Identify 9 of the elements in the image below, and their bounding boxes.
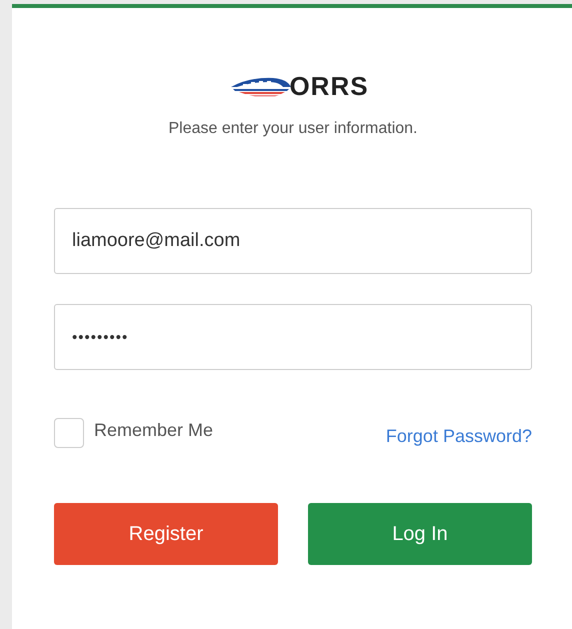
logo-text: ORRS — [289, 70, 369, 102]
login-button[interactable]: Log In — [308, 503, 532, 565]
remember-label: Remember Me — [94, 420, 214, 440]
instruction-text: Please enter your user information. — [167, 120, 418, 138]
password-field[interactable]: ••••••••• — [54, 304, 532, 370]
remember-checkbox[interactable] — [54, 418, 84, 448]
register-button[interactable]: Register — [54, 503, 278, 565]
email-field[interactable]: liamoore@mail.com — [54, 208, 532, 274]
forgot-password-link[interactable]: Forgot Password? — [386, 426, 532, 446]
